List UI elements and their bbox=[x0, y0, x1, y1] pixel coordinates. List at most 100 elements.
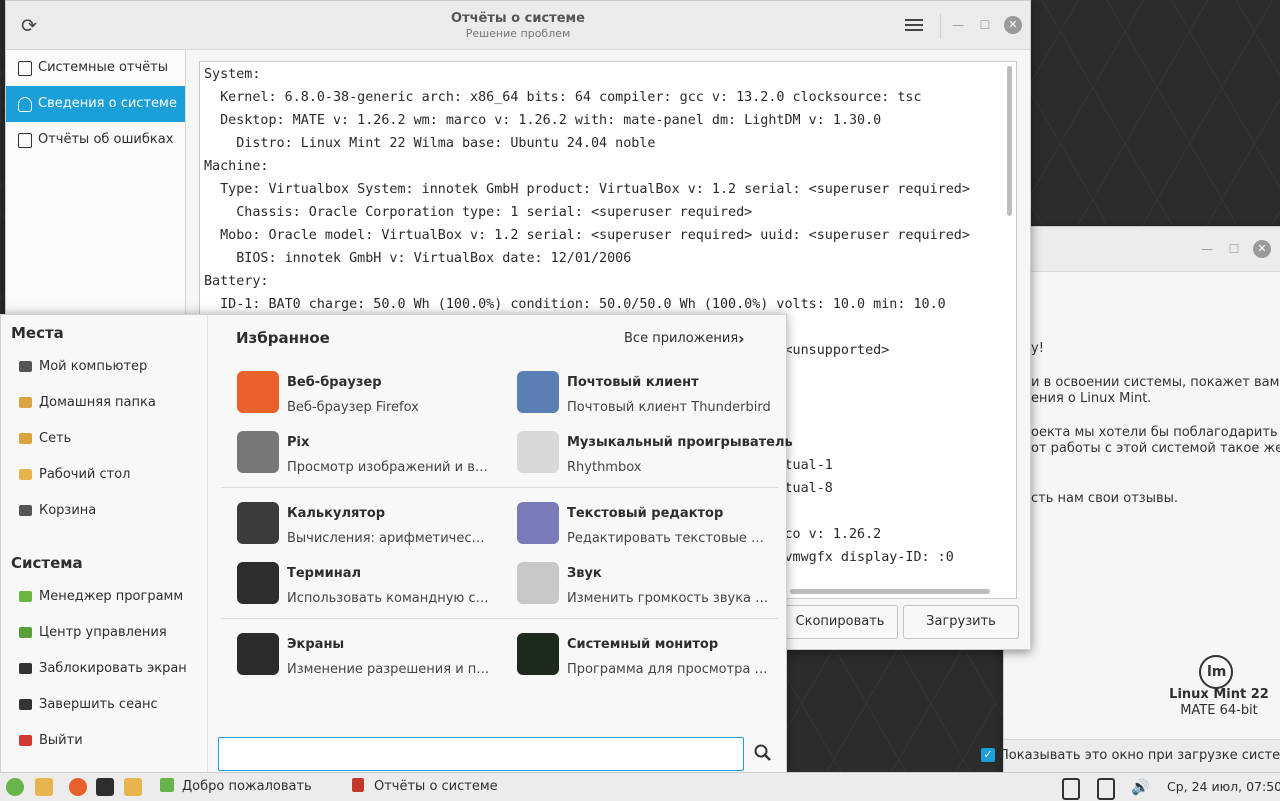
app-launcher-terminal[interactable]: Терминал Использовать командную стр... bbox=[237, 558, 507, 614]
text-editor-icon bbox=[517, 502, 559, 544]
welcome-window: — ☐ ✕ у! и в освоении системы, покажет в… bbox=[981, 226, 1280, 774]
clock[interactable]: Ср, 24 июл, 07:50 bbox=[1167, 773, 1280, 801]
close-icon[interactable]: ✕ bbox=[1253, 240, 1271, 258]
task-label: Отчёты о системе bbox=[374, 779, 498, 794]
menu-item-label: Завершить сеанс bbox=[39, 697, 158, 712]
control-center-icon bbox=[19, 627, 32, 638]
menu-sidebar: Места Мой компьютер Домашняя папка Сеть Раб… bbox=[1, 315, 208, 773]
brand-edition: MATE 64-bit bbox=[1180, 703, 1258, 718]
clipboard-icon[interactable] bbox=[1062, 778, 1080, 800]
welcome-app-icon bbox=[160, 778, 174, 792]
taskbar: Добро пожаловать Отчёты о системе 🔊 Ср, … bbox=[0, 772, 1280, 801]
report-icon bbox=[18, 61, 32, 76]
window-title: Отчёты о системе bbox=[451, 11, 585, 26]
welcome-text-line: ения о Linux Mint. bbox=[1031, 391, 1152, 406]
system-heading: Система bbox=[11, 554, 83, 572]
app-launcher-music[interactable]: Музыкальный проигрыватель Rhythmbox bbox=[517, 427, 793, 483]
app-description: Изменение разрешения и пол... bbox=[287, 662, 492, 677]
window-subtitle: Решение проблем bbox=[465, 27, 571, 40]
minimize-icon[interactable]: — bbox=[949, 16, 967, 34]
taskbar-task-welcome[interactable]: Добро пожаловать bbox=[160, 773, 312, 801]
welcome-text-line: от работы с этой системой такое же bbox=[1031, 441, 1280, 456]
app-launcher-firefox[interactable]: Веб-браузер Веб-браузер Firefox bbox=[237, 367, 507, 423]
maximize-icon[interactable]: ☐ bbox=[976, 16, 994, 34]
app-description: Вычисления: арифметические... bbox=[287, 531, 492, 546]
displays-icon bbox=[237, 633, 279, 675]
taskbar-task-system-reports[interactable]: Отчёты о системе bbox=[352, 773, 498, 801]
system-reports-app-icon bbox=[352, 778, 364, 792]
app-description: Rhythmbox bbox=[567, 460, 642, 475]
hamburger-menu-icon[interactable] bbox=[905, 16, 923, 34]
titlebar-separator bbox=[940, 13, 941, 39]
search-input[interactable] bbox=[218, 737, 744, 771]
sound-icon bbox=[517, 562, 559, 604]
upload-button[interactable]: Загрузить bbox=[903, 605, 1019, 639]
app-name: Звук bbox=[567, 566, 602, 581]
task-label: Добро пожаловать bbox=[182, 779, 312, 794]
menu-item-label: Выйти bbox=[39, 733, 83, 748]
vertical-scrollbar[interactable] bbox=[1007, 66, 1012, 216]
welcome-text-line: сть нам свои отзывы. bbox=[1031, 491, 1179, 506]
bug-report-icon bbox=[18, 133, 32, 148]
menu-item-label: Мой компьютер bbox=[39, 359, 148, 374]
app-launcher-text-editor[interactable]: Текстовый редактор Редактировать текстовы… bbox=[517, 498, 787, 554]
welcome-footer: ✓ Показывать это окно при загрузке систе… bbox=[981, 739, 1280, 774]
app-name: Экраны bbox=[287, 637, 345, 652]
horizontal-scrollbar[interactable] bbox=[790, 589, 990, 594]
firefox-icon bbox=[237, 371, 279, 413]
app-name: Веб-браузер bbox=[287, 375, 382, 390]
minimize-icon[interactable]: — bbox=[1198, 240, 1216, 258]
app-launcher-sound[interactable]: Звук Изменить громкость звука и с... bbox=[517, 558, 787, 614]
app-launcher-mail[interactable]: Почтовый клиент Почтовый клиент Thunderbi… bbox=[517, 367, 787, 423]
places-heading: Места bbox=[11, 324, 64, 342]
menu-main: Избранное Все приложения › Веб-браузер Ве… bbox=[208, 315, 793, 773]
files-icon[interactable] bbox=[35, 778, 53, 796]
sidebar-item-crash-reports[interactable]: Отчёты об ошибках bbox=[6, 122, 185, 158]
network-icon[interactable] bbox=[1097, 778, 1115, 800]
app-launcher-displays[interactable]: Экраны Изменение разрешения и пол... bbox=[237, 629, 507, 685]
welcome-text-line: у! bbox=[1031, 341, 1044, 356]
menu-item-label: Заблокировать экран bbox=[39, 661, 187, 676]
app-launcher-calculator[interactable]: Калькулятор Вычисления: арифметические... bbox=[237, 498, 507, 554]
system-reports-titlebar: ⟳ Отчёты о системе Решение проблем — ☐ ✕ bbox=[6, 1, 1030, 50]
terminal-icon bbox=[237, 562, 279, 604]
app-description: Использовать командную стр... bbox=[287, 591, 492, 606]
close-icon[interactable]: ✕ bbox=[1004, 16, 1022, 34]
desktop-folder-icon bbox=[19, 469, 32, 480]
favorites-heading: Избранное bbox=[236, 329, 330, 347]
copy-button[interactable]: Скопировать bbox=[782, 605, 898, 639]
firefox-icon[interactable] bbox=[69, 778, 87, 796]
music-icon bbox=[517, 431, 559, 473]
menu-item-label: Рабочий стол bbox=[39, 467, 131, 482]
maximize-icon[interactable]: ☐ bbox=[1225, 240, 1243, 258]
volume-icon[interactable]: 🔊 bbox=[1131, 778, 1150, 796]
network-folder-icon bbox=[19, 433, 32, 444]
search-icon[interactable] bbox=[753, 743, 773, 763]
show-on-startup-checkbox[interactable]: ✓ bbox=[981, 748, 995, 762]
terminal-icon[interactable] bbox=[96, 778, 114, 796]
chevron-right-icon[interactable]: › bbox=[738, 329, 745, 348]
all-apps-button[interactable]: Все приложения bbox=[624, 331, 738, 346]
sidebar-item-system-reports[interactable]: Системные отчёты bbox=[6, 50, 185, 86]
welcome-text-line: оекта мы хотели бы поблагодарить bbox=[1031, 425, 1278, 440]
app-description: Веб-браузер Firefox bbox=[287, 400, 419, 415]
app-name: Музыкальный проигрыватель bbox=[567, 435, 793, 450]
pix-icon bbox=[237, 431, 279, 473]
calculator-icon bbox=[237, 502, 279, 544]
software-manager-icon bbox=[19, 591, 32, 602]
app-launcher-pix[interactable]: Pix Просмотр изображений и вед... bbox=[237, 427, 507, 483]
trash-icon bbox=[19, 505, 32, 516]
app-launcher-system-monitor[interactable]: Системный монитор Программа для просмотра… bbox=[517, 629, 787, 685]
divider bbox=[221, 618, 778, 619]
folder-icon[interactable] bbox=[124, 778, 142, 796]
welcome-text-line: и в освоении системы, покажет вам, bbox=[1031, 375, 1280, 390]
mint-menu-icon[interactable] bbox=[6, 778, 24, 796]
home-folder-icon bbox=[19, 397, 32, 408]
sidebar-item-label: Системные отчёты bbox=[38, 60, 168, 75]
linux-mint-logo-icon: lm bbox=[1199, 655, 1233, 689]
app-name: Терминал bbox=[287, 566, 362, 581]
power-icon bbox=[19, 735, 32, 746]
show-on-startup-label[interactable]: Показывать это окно при загрузке системы bbox=[999, 748, 1280, 763]
start-menu: Места Мой компьютер Домашняя папка Сеть Раб… bbox=[0, 314, 793, 774]
sidebar-item-system-info[interactable]: Сведения о системе bbox=[6, 86, 185, 122]
